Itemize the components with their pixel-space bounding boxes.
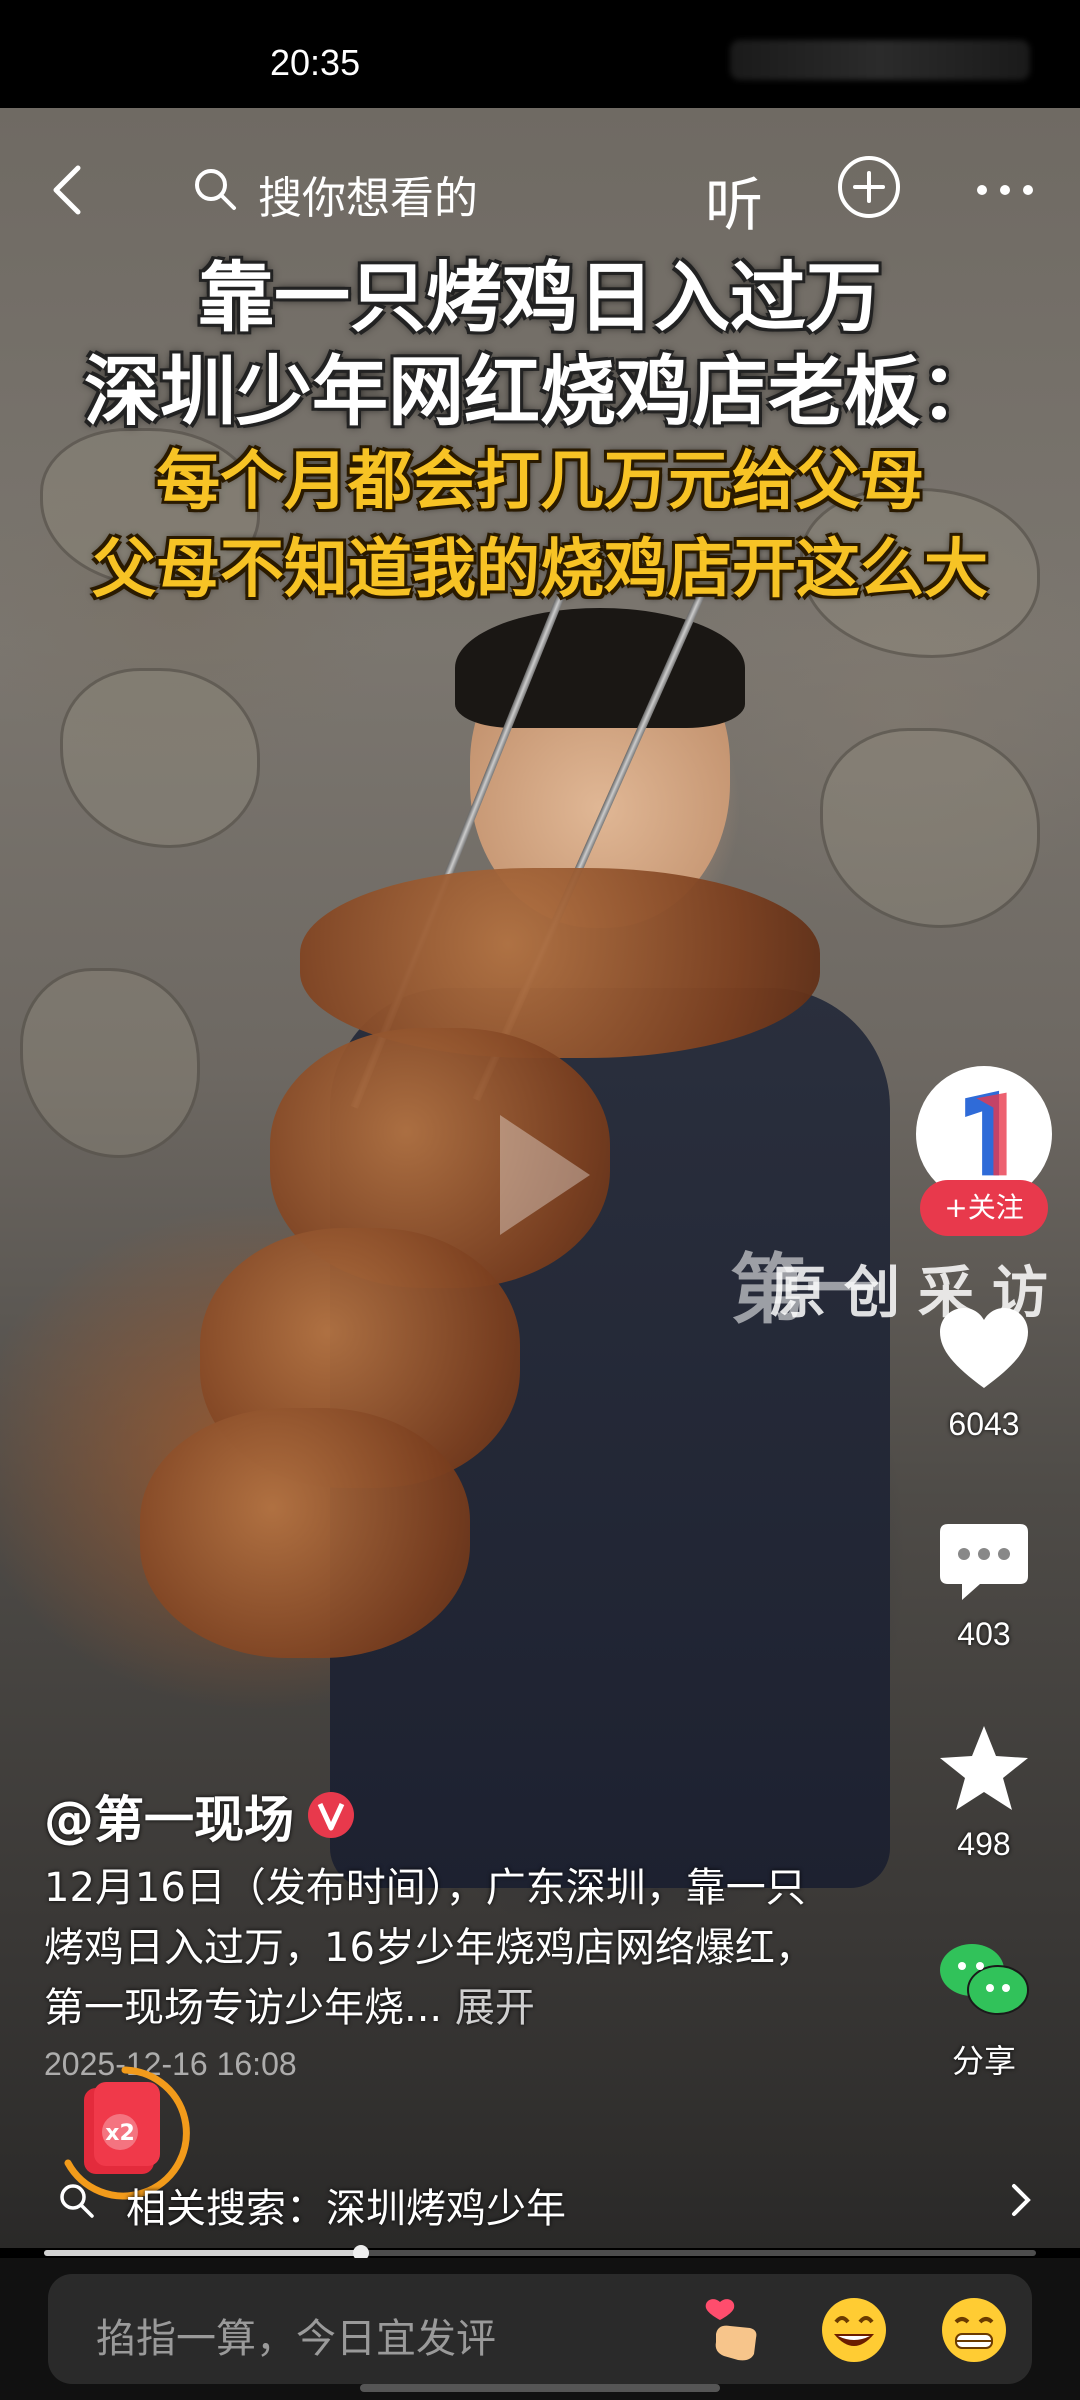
search-input[interactable]: 搜你想看的 xyxy=(258,162,478,226)
heart-icon[interactable] xyxy=(934,1300,1034,1400)
comment-bar: 掐指一算，今日宜发评 xyxy=(0,2258,1080,2400)
person-hair xyxy=(455,608,745,728)
emoji-grin-icon[interactable] xyxy=(938,2294,1010,2366)
favorite-action[interactable]: 498 xyxy=(920,1720,1048,1863)
author-name[interactable]: @第一现场 xyxy=(44,1780,294,1852)
status-bar: 20:35 xyxy=(0,0,1080,108)
verified-icon xyxy=(308,1792,354,1838)
related-search-text: 相关搜索：深圳烤鸡少年 xyxy=(126,2186,566,2232)
avatar-logo xyxy=(920,1070,1048,1198)
post-description[interactable]: 12月16日（发布时间），广东深圳，靠一只烤鸡日入过万，16岁少年烧鸡店网络爆红… xyxy=(44,1858,844,2038)
comment-placeholder: 掐指一算，今日宜发评 xyxy=(96,2316,496,2362)
top-nav: 搜你想看的 听 xyxy=(0,140,1080,240)
status-icons xyxy=(730,40,1030,80)
comment-count: 403 xyxy=(957,1616,1011,1652)
emoji-heart-hand-icon[interactable] xyxy=(698,2294,770,2366)
expand-link[interactable]: 展开 xyxy=(455,1985,535,2031)
related-search[interactable]: 相关搜索：深圳烤鸡少年 xyxy=(50,2170,1040,2232)
search-icon[interactable] xyxy=(190,164,240,214)
like-count: 6043 xyxy=(948,1406,1020,1442)
headline-line2: 深圳少年网红烧鸡店老板： xyxy=(84,347,996,436)
back-icon[interactable] xyxy=(40,160,100,220)
stone-texture xyxy=(820,728,1040,928)
share-action[interactable]: 分享 xyxy=(920,1930,1048,2082)
share-label: 分享 xyxy=(951,2043,1016,2079)
roast-chicken xyxy=(300,868,820,1058)
status-time: 20:35 xyxy=(270,42,361,83)
emoji-laugh-icon[interactable] xyxy=(818,2294,890,2366)
favorite-count: 498 xyxy=(957,1826,1011,1862)
home-indicator[interactable] xyxy=(360,2384,720,2392)
comment-action[interactable]: 403 xyxy=(920,1510,1048,1653)
description-text: 12月16日（发布时间），广东深圳，靠一只烤鸡日入过万，16岁少年烧鸡店网络爆红… xyxy=(44,1865,815,2031)
stone-texture xyxy=(60,668,260,848)
comment-icon[interactable] xyxy=(934,1510,1034,1610)
like-action[interactable]: 6043 xyxy=(920,1300,1048,1443)
headline-line4: 父母不知道我的烧鸡店开这么大 xyxy=(92,533,988,607)
stone-texture xyxy=(20,968,200,1158)
play-icon[interactable] xyxy=(490,1105,600,1245)
star-icon[interactable] xyxy=(934,1720,1034,1820)
add-icon[interactable] xyxy=(836,154,902,220)
chevron-right-icon xyxy=(1012,2184,1031,2216)
redpacket-badge: x2 xyxy=(105,2121,135,2146)
listen-button[interactable]: 听 xyxy=(705,158,763,242)
follow-button[interactable]: +关注 xyxy=(920,1180,1048,1236)
roast-chicken xyxy=(140,1408,470,1658)
progress-fill xyxy=(44,2250,362,2256)
wechat-share-icon[interactable] xyxy=(934,1930,1034,2030)
more-icon[interactable] xyxy=(970,160,1040,220)
headline-line3: 每个月都会打几万元给父母 xyxy=(156,445,924,519)
playback-progress[interactable] xyxy=(44,2245,1036,2261)
search-icon xyxy=(60,2184,94,2218)
comment-input[interactable]: 掐指一算，今日宜发评 xyxy=(48,2274,1032,2384)
